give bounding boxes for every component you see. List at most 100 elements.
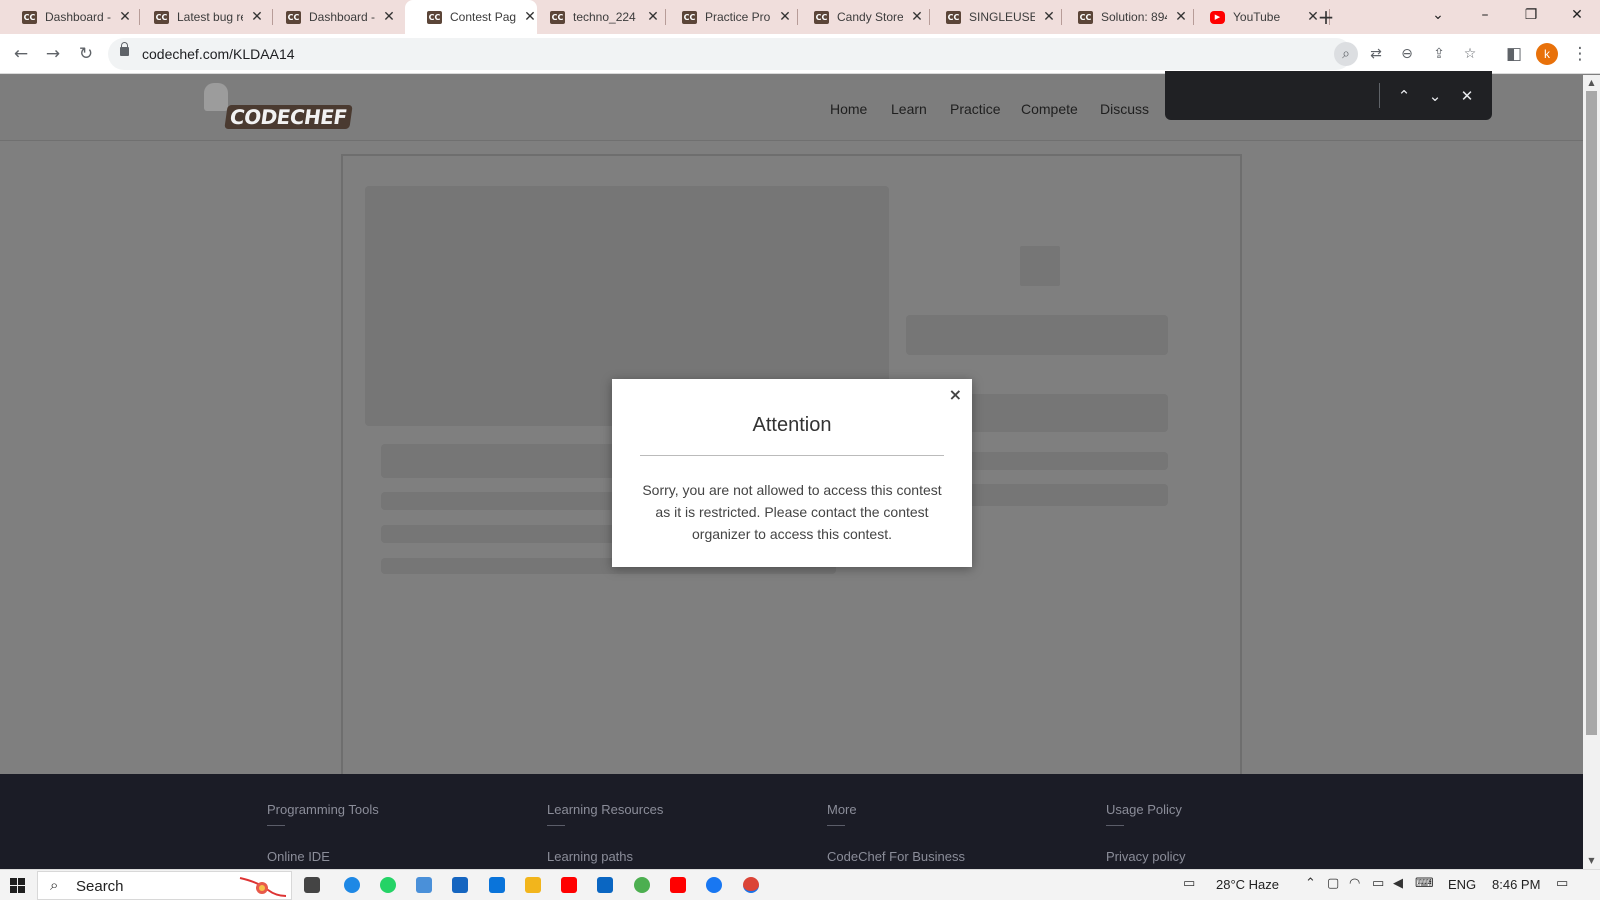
- tab-title: Dashboard -: [45, 10, 111, 24]
- back-arrow-icon[interactable]: ←: [9, 42, 33, 66]
- new-tab-icon[interactable]: +: [1315, 6, 1337, 28]
- tab-close-icon[interactable]: ✕: [383, 9, 395, 25]
- browser-tab[interactable]: CC Solution: 894 ✕: [1056, 0, 1188, 34]
- footer-column: More CodeChef For Business: [827, 802, 965, 864]
- footer-heading: Usage Policy: [1106, 802, 1182, 817]
- battery-icon[interactable]: ▭: [1372, 876, 1384, 891]
- tab-title: Solution: 894: [1101, 10, 1167, 24]
- browser-tab[interactable]: CC Practice Prob ✕: [660, 0, 792, 34]
- meet-now-icon[interactable]: ▢: [1327, 876, 1339, 891]
- language-indicator[interactable]: ENG: [1448, 877, 1476, 892]
- page-scrollbar[interactable]: ▲ ▼: [1583, 75, 1600, 869]
- footer-link[interactable]: Online IDE: [267, 849, 379, 864]
- translate-icon[interactable]: ⇄: [1364, 42, 1388, 66]
- chrome-icon[interactable]: [743, 877, 759, 893]
- clock-time[interactable]: 8:46 PM: [1492, 877, 1540, 892]
- file-explorer-icon[interactable]: [525, 877, 541, 893]
- tab-title: Contest Page: [450, 10, 516, 24]
- nav-learn[interactable]: Learn: [891, 101, 927, 117]
- weather-text[interactable]: 28°C Haze: [1216, 877, 1279, 892]
- task-view-icon[interactable]: [304, 877, 320, 893]
- nav-practice[interactable]: Practice: [950, 101, 1001, 117]
- tab-title: Dashboard -: [309, 10, 375, 24]
- find-previous-icon[interactable]: ⌃: [1392, 84, 1416, 108]
- tab-close-icon[interactable]: ✕: [911, 9, 923, 25]
- taskbar-search-label: Search: [76, 878, 124, 895]
- store-icon[interactable]: [452, 877, 468, 893]
- footer-link[interactable]: Learning paths: [547, 849, 663, 864]
- mail-icon[interactable]: [489, 877, 505, 893]
- skeleton-avatar: [1020, 246, 1060, 286]
- weather-icon[interactable]: ▭: [1183, 876, 1195, 891]
- bookmark-star-icon[interactable]: ☆: [1458, 42, 1482, 66]
- tab-close-icon[interactable]: ✕: [1043, 9, 1055, 25]
- lens-icon[interactable]: ⌕: [1334, 42, 1358, 66]
- browser-tab[interactable]: CC SINGLEUSE S ✕: [924, 0, 1056, 34]
- youtube-app-icon[interactable]: [561, 877, 577, 893]
- reload-icon[interactable]: ↻: [74, 42, 98, 66]
- forward-arrow-icon[interactable]: →: [41, 42, 65, 66]
- notepad-icon[interactable]: [416, 877, 432, 893]
- chrome-alt-icon[interactable]: [634, 877, 650, 893]
- footer-link[interactable]: CodeChef For Business: [827, 849, 965, 864]
- side-panel-icon[interactable]: ◧: [1502, 42, 1526, 66]
- browser-tab[interactable]: CC Candy Store ✕: [792, 0, 924, 34]
- footer-link[interactable]: Privacy policy: [1106, 849, 1185, 864]
- tab-search-chevron-icon[interactable]: ⌄: [1415, 0, 1461, 30]
- browser-tab[interactable]: CC Dashboard - ✕: [264, 0, 396, 34]
- notification-icon[interactable]: ▭: [1556, 876, 1568, 891]
- edge-icon[interactable]: [344, 877, 360, 893]
- profile-avatar[interactable]: k: [1536, 43, 1558, 65]
- zoom-icon[interactable]: ⊖: [1395, 42, 1419, 66]
- codechef-favicon-icon: CC: [286, 10, 301, 24]
- youtube-favicon-icon: ▶: [1210, 10, 1225, 24]
- scroll-up-icon[interactable]: ▲: [1583, 75, 1600, 91]
- browser-tab[interactable]: ▶ YouTube ✕: [1188, 0, 1320, 34]
- restore-icon[interactable]: ❐: [1508, 0, 1554, 30]
- url-text[interactable]: codechef.com/KLDAA14: [142, 46, 295, 62]
- footer-heading: Learning Resources: [547, 802, 664, 817]
- modal-close-icon[interactable]: ×: [949, 385, 962, 404]
- tab-title: SINGLEUSE S: [969, 10, 1035, 24]
- wifi-icon[interactable]: ◠: [1349, 876, 1360, 891]
- windows-start-icon[interactable]: [10, 878, 26, 894]
- logo-text: CODECHEF: [224, 105, 353, 129]
- footer-column: Learning Resources Learning paths: [547, 802, 663, 864]
- linkedin-icon[interactable]: [597, 877, 613, 893]
- tab-title: YouTube: [1233, 10, 1281, 24]
- hidden-icons-chevron-icon[interactable]: ⌃: [1305, 876, 1316, 891]
- browser-tab[interactable]: CC Dashboard - ✕: [0, 0, 132, 34]
- address-bar[interactable]: codechef.com/KLDAA14 ⌕ ⇄ ⊖ ⇪ ☆: [108, 38, 1476, 70]
- keyboard-icon[interactable]: ⌨: [1415, 876, 1434, 891]
- modal-divider: [640, 455, 944, 456]
- windows-taskbar: ⌕ Search ▭ 28°C Haze ⌃ ▢ ◠ ▭ ◀ ⌨ ENG 8:4…: [0, 869, 1600, 900]
- youtube-app-icon[interactable]: [670, 877, 686, 893]
- share-icon[interactable]: ⇪: [1427, 42, 1451, 66]
- find-next-icon[interactable]: ⌄: [1423, 84, 1447, 108]
- window-close-icon[interactable]: ✕: [1554, 0, 1600, 30]
- find-close-icon[interactable]: ✕: [1455, 84, 1479, 108]
- whatsapp-icon[interactable]: [380, 877, 396, 893]
- tab-close-icon[interactable]: ✕: [779, 9, 791, 25]
- nav-discuss[interactable]: Discuss: [1100, 101, 1149, 117]
- browser-tab-active[interactable]: CC Contest Page ✕: [405, 0, 537, 34]
- attention-modal: × Attention Sorry, you are not allowed t…: [612, 379, 972, 567]
- browser-tab[interactable]: CC techno_224 ✕: [528, 0, 660, 34]
- volume-icon[interactable]: ◀: [1393, 876, 1403, 891]
- minimize-icon[interactable]: –: [1462, 0, 1508, 30]
- lock-icon: [120, 42, 129, 56]
- nav-compete[interactable]: Compete: [1021, 101, 1078, 117]
- scroll-thumb[interactable]: [1586, 91, 1597, 735]
- tab-close-icon[interactable]: ✕: [1175, 9, 1187, 25]
- menu-kebab-icon[interactable]: ⋮: [1568, 42, 1592, 66]
- tab-strip: CC Dashboard - ✕ CC Latest bug re ✕ CC D…: [0, 0, 1600, 34]
- tab-close-icon[interactable]: ✕: [119, 9, 131, 25]
- nav-home[interactable]: Home: [830, 101, 867, 117]
- facebook-icon[interactable]: [706, 877, 722, 893]
- tab-close-icon[interactable]: ✕: [251, 9, 263, 25]
- taskbar-search-box[interactable]: ⌕ Search: [37, 871, 292, 900]
- search-highlight-decoration-icon: [239, 877, 287, 897]
- scroll-down-icon[interactable]: ▼: [1583, 853, 1600, 869]
- tab-close-icon[interactable]: ✕: [647, 9, 659, 25]
- browser-tab[interactable]: CC Latest bug re ✕: [132, 0, 264, 34]
